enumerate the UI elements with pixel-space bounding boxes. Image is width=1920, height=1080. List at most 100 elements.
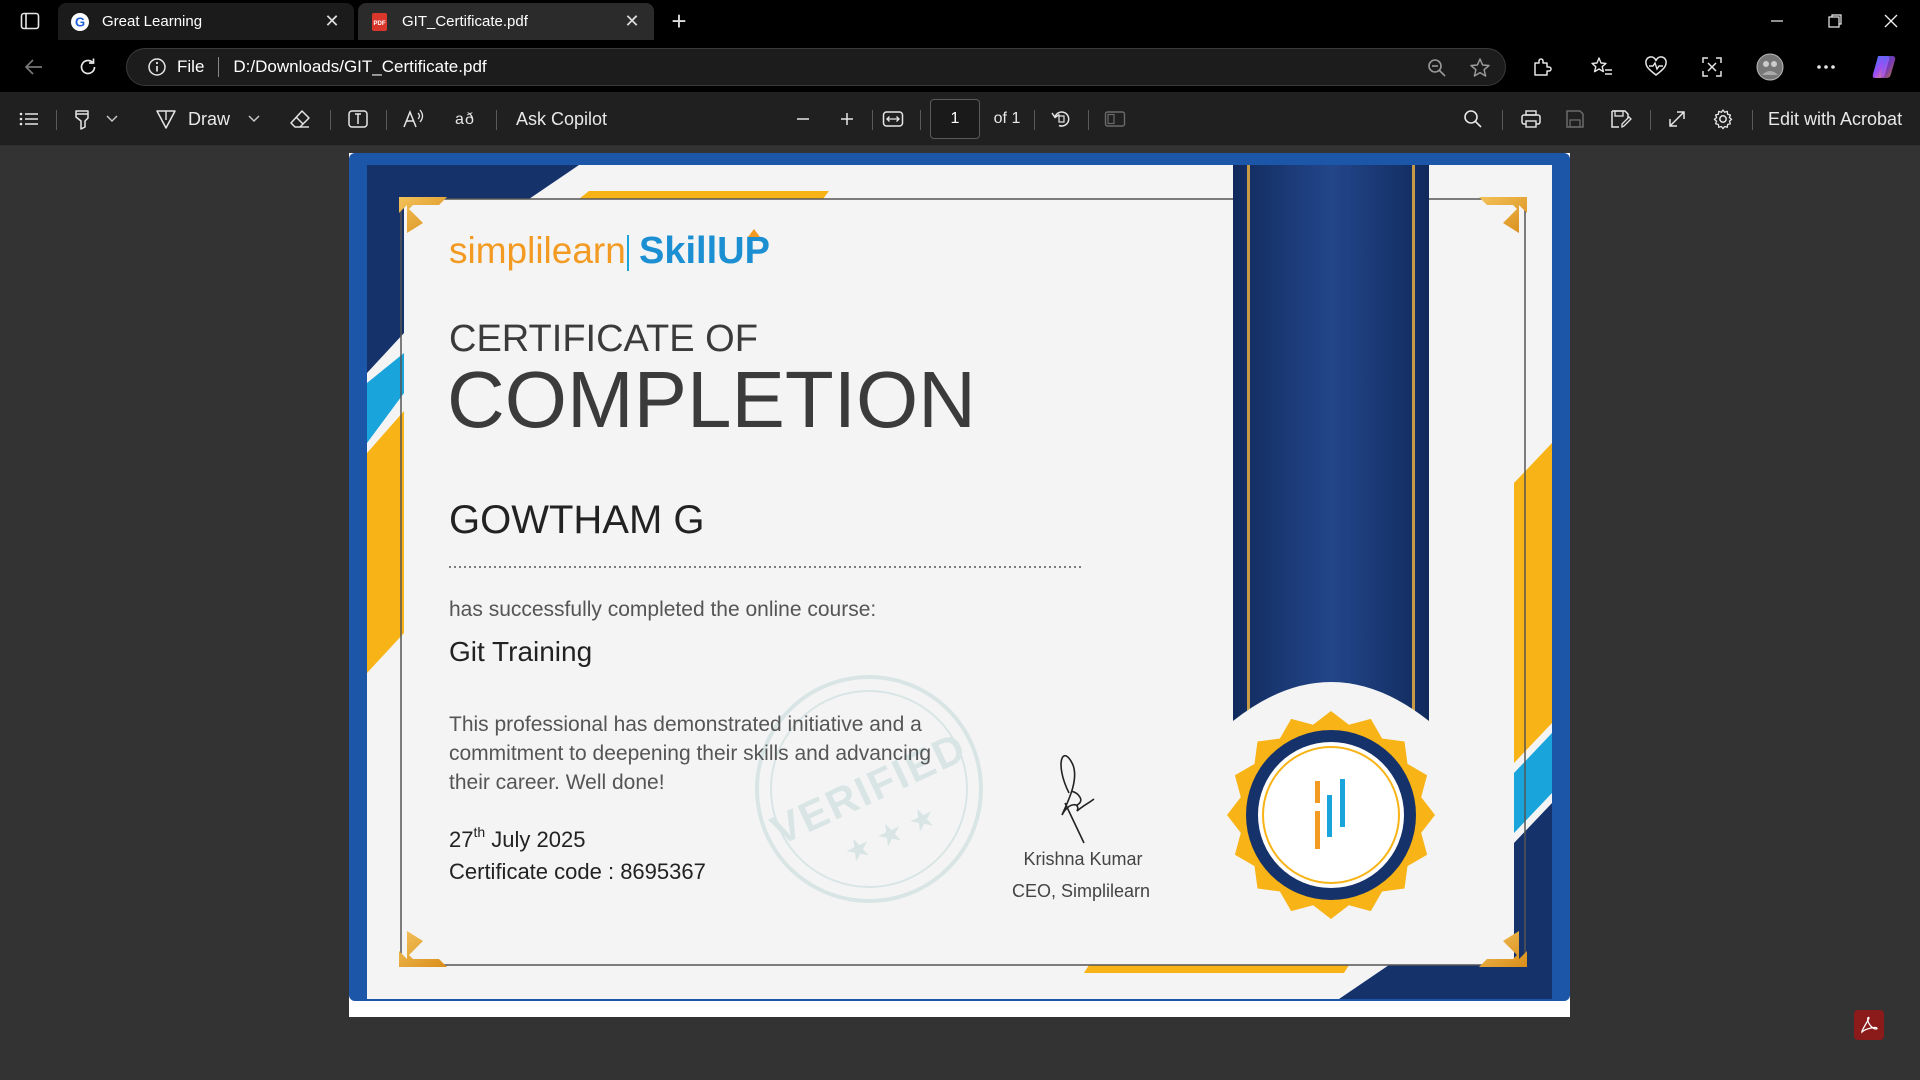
minimize-icon bbox=[1771, 20, 1783, 22]
page-number-input[interactable]: 1 bbox=[930, 99, 980, 139]
svg-text:ð: ð bbox=[465, 111, 474, 128]
back-button[interactable] bbox=[16, 50, 52, 84]
restore-button[interactable] bbox=[1806, 0, 1864, 42]
plus-icon: + bbox=[671, 5, 687, 36]
simplilearn-skillup-logo: simplilearn SkillUP bbox=[449, 229, 770, 272]
save-as-button[interactable] bbox=[1604, 102, 1638, 136]
profile-button[interactable] bbox=[1752, 50, 1788, 84]
certificate-code: Certificate code : 8695367 bbox=[449, 859, 706, 884]
certificate: VERIFIED ★ ★ ★ simplilearn SkillUP CERTI… bbox=[349, 153, 1570, 1017]
zoom-out-icon[interactable] bbox=[1427, 58, 1447, 78]
page-view-button[interactable] bbox=[1098, 102, 1132, 136]
completed-course-text: has successfully completed the online co… bbox=[449, 598, 876, 621]
draw-button[interactable] bbox=[148, 102, 184, 136]
acrobat-button[interactable] bbox=[1854, 1010, 1884, 1040]
close-tab-icon[interactable]: ✕ bbox=[622, 11, 642, 32]
edit-with-acrobat-button[interactable]: Edit with Acrobat bbox=[1768, 102, 1912, 136]
highlight-button[interactable] bbox=[66, 102, 100, 136]
refresh-button[interactable] bbox=[70, 50, 106, 84]
two-page-view-icon bbox=[1104, 111, 1126, 127]
plus-icon bbox=[841, 113, 853, 125]
date-day: 27 bbox=[449, 827, 473, 852]
pdf-viewer: VERIFIED ★ ★ ★ simplilearn SkillUP CERTI… bbox=[0, 147, 1920, 1080]
tab-actions-button[interactable] bbox=[10, 6, 50, 36]
minimize-button[interactable] bbox=[1748, 0, 1806, 42]
fit-width-icon bbox=[882, 111, 904, 127]
divider bbox=[1650, 110, 1651, 130]
text-box-icon bbox=[348, 110, 368, 128]
tab-great-learning[interactable]: G Great Learning ✕ bbox=[58, 3, 354, 40]
settings-button[interactable] bbox=[1706, 102, 1740, 136]
tab-actions-icon bbox=[20, 12, 40, 30]
seal-logo-bar bbox=[1315, 811, 1320, 849]
browser-title-bar: G Great Learning ✕ PDF GIT_Certificate.p… bbox=[0, 0, 1920, 42]
copilot-button[interactable] bbox=[1866, 50, 1902, 84]
url-text[interactable]: D:/Downloads/GIT_Certificate.pdf bbox=[233, 57, 486, 77]
ask-copilot-button[interactable]: Ask Copilot bbox=[516, 102, 626, 136]
favorites-button[interactable] bbox=[1584, 50, 1620, 84]
divider bbox=[1088, 110, 1089, 130]
table-of-contents-icon bbox=[19, 112, 38, 126]
new-tab-button[interactable]: + bbox=[662, 5, 696, 37]
minus-icon bbox=[797, 118, 809, 120]
chevron-down-icon bbox=[106, 115, 118, 122]
address-bar[interactable]: File D:/Downloads/GIT_Certificate.pdf bbox=[126, 48, 1506, 86]
avatar bbox=[1756, 53, 1784, 81]
divider bbox=[1502, 110, 1503, 130]
star-favorite-icon[interactable] bbox=[1469, 57, 1491, 79]
svg-text:a: a bbox=[455, 111, 464, 128]
ribbon bbox=[1233, 165, 1429, 735]
save-as-icon bbox=[1611, 110, 1632, 129]
eraser-icon bbox=[290, 110, 310, 128]
zoom-out-button[interactable] bbox=[786, 102, 820, 136]
bottom-gold-bar bbox=[1084, 965, 1349, 973]
full-screen-button[interactable] bbox=[1660, 102, 1694, 136]
screenshot-icon bbox=[1702, 57, 1722, 77]
highlight-options-button[interactable] bbox=[100, 102, 124, 136]
add-text-button[interactable] bbox=[340, 102, 376, 136]
issue-date: 27th July 2025 bbox=[449, 824, 585, 852]
right-gold-stripe bbox=[1514, 443, 1552, 763]
extensions-button[interactable] bbox=[1524, 50, 1560, 84]
settings-and-more-button[interactable] bbox=[1808, 50, 1844, 84]
restore-icon bbox=[1828, 14, 1842, 28]
zoom-in-button[interactable] bbox=[830, 102, 864, 136]
draw-label[interactable]: Draw bbox=[188, 102, 238, 136]
favorites-list-icon bbox=[1591, 57, 1612, 75]
fit-to-width-button[interactable] bbox=[876, 102, 910, 136]
chevron-down-icon bbox=[248, 115, 260, 122]
print-button[interactable] bbox=[1514, 102, 1548, 136]
pdf-file-icon: PDF bbox=[372, 12, 387, 31]
completion-heading: COMPLETION bbox=[447, 355, 976, 444]
save-button[interactable] bbox=[1558, 102, 1592, 136]
screenshot-button[interactable] bbox=[1694, 50, 1730, 84]
simplilearn-wordmark: simplilearn bbox=[449, 230, 626, 271]
read-aloud-button[interactable] bbox=[396, 102, 432, 136]
message-line-1: This professional has demonstrated initi… bbox=[449, 713, 922, 736]
contents-button[interactable] bbox=[12, 102, 46, 136]
rotate-icon bbox=[1051, 111, 1070, 127]
page-total: of 1 bbox=[993, 110, 1021, 127]
close-tab-icon[interactable]: ✕ bbox=[322, 11, 342, 32]
navigation-bar: File D:/Downloads/GIT_Certificate.pdf bbox=[0, 42, 1920, 92]
browser-essentials-button[interactable] bbox=[1638, 50, 1674, 84]
tab-git-certificate[interactable]: PDF GIT_Certificate.pdf ✕ bbox=[358, 3, 654, 40]
translate-button[interactable]: að bbox=[450, 102, 486, 136]
svg-text:PDF: PDF bbox=[374, 21, 386, 27]
info-icon[interactable] bbox=[147, 57, 167, 77]
erase-button[interactable] bbox=[282, 102, 318, 136]
rotate-button[interactable] bbox=[1044, 102, 1078, 136]
print-icon bbox=[1521, 110, 1541, 128]
left-plain bbox=[367, 648, 404, 999]
tab-label: Great Learning bbox=[102, 13, 203, 30]
top-gold-bar bbox=[579, 191, 829, 199]
medal-seal bbox=[1227, 711, 1435, 919]
divider bbox=[1034, 110, 1035, 130]
course-title: Git Training bbox=[449, 636, 592, 667]
recipient-name: GOWTHAM G bbox=[449, 498, 705, 542]
close-icon bbox=[1884, 14, 1898, 28]
find-button[interactable] bbox=[1456, 102, 1490, 136]
draw-options-button[interactable] bbox=[242, 102, 266, 136]
divider bbox=[386, 110, 387, 130]
close-window-button[interactable] bbox=[1862, 0, 1920, 42]
